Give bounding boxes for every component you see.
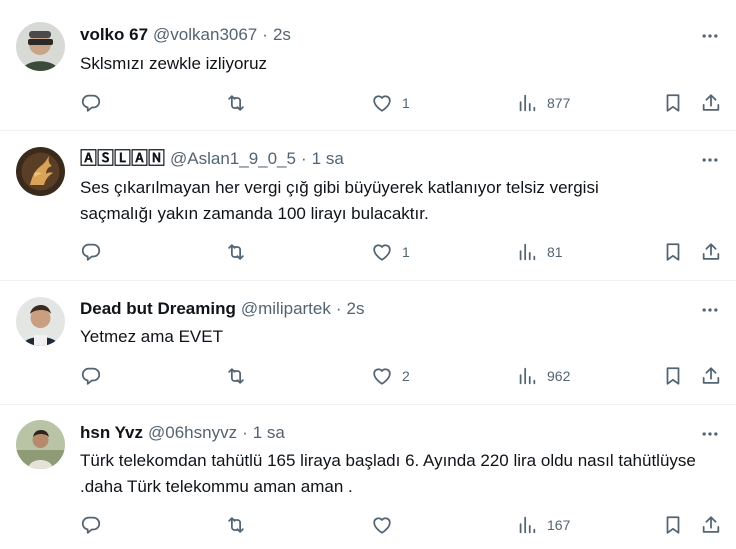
- heart-icon: [373, 244, 391, 261]
- share-icon: [702, 243, 720, 260]
- tweet[interactable]: Dead but Dreaming @milipartek · 2s Yetme…: [0, 281, 736, 405]
- retweet-icon: [228, 517, 244, 533]
- retweet-button[interactable]: [225, 365, 247, 387]
- avatar[interactable]: [16, 22, 65, 71]
- retweet-button[interactable]: [225, 92, 247, 114]
- tweet-text: Yetmez ama EVET: [80, 327, 223, 346]
- view-count: 81: [547, 244, 563, 260]
- tweet-header: 🄰🅂🄻🄰🄽 @Aslan1_9_0_5 · 1 sa: [80, 149, 676, 169]
- like-button[interactable]: 1: [371, 92, 410, 114]
- share-icon: [702, 94, 720, 111]
- like-count: 1: [402, 95, 410, 111]
- like-button[interactable]: 1: [371, 241, 410, 263]
- bookmark-icon: [666, 367, 680, 385]
- avatar[interactable]: [16, 420, 65, 469]
- share-button[interactable]: [700, 92, 722, 114]
- share-button[interactable]: [700, 365, 722, 387]
- bookmark-button[interactable]: [662, 514, 684, 536]
- views-icon: [519, 367, 536, 385]
- action-bar: 2 962: [0, 365, 736, 389]
- reply-icon: [81, 516, 101, 534]
- reply-button[interactable]: [80, 241, 102, 263]
- reply-icon: [81, 94, 101, 112]
- heart-icon: [373, 368, 391, 385]
- user-handle[interactable]: @06hsnyvz: [148, 423, 237, 443]
- retweet-icon: [228, 244, 244, 260]
- views-button[interactable]: 877: [516, 92, 570, 114]
- reply-button[interactable]: [80, 92, 102, 114]
- views-button[interactable]: 962: [516, 365, 570, 387]
- tweet-header: hsn Yvz @06hsnyvz · 1 sa: [80, 423, 676, 443]
- reply-icon: [81, 367, 101, 385]
- tweet[interactable]: volko 67 @volkan3067 · 2s Sklsmızı zewkl…: [0, 0, 736, 131]
- like-count: 1: [402, 244, 410, 260]
- like-count: 2: [402, 368, 410, 384]
- bookmark-icon: [666, 516, 680, 534]
- reply-button[interactable]: [80, 365, 102, 387]
- views-button[interactable]: 81: [516, 241, 563, 263]
- view-count: 877: [547, 95, 571, 111]
- share-button[interactable]: [700, 241, 722, 263]
- views-button[interactable]: 167: [516, 514, 570, 536]
- user-handle[interactable]: @volkan3067: [153, 25, 257, 45]
- timestamp[interactable]: 2s: [347, 299, 365, 319]
- like-button[interactable]: [371, 514, 402, 536]
- views-icon: [519, 516, 536, 534]
- bookmark-icon: [666, 243, 680, 261]
- action-bar: 1 81: [0, 241, 736, 265]
- bookmark-button[interactable]: [662, 92, 684, 114]
- bookmark-icon: [666, 94, 680, 112]
- display-name[interactable]: Dead but Dreaming: [80, 299, 236, 319]
- avatar[interactable]: [16, 297, 65, 346]
- share-icon: [702, 516, 720, 533]
- views-icon: [519, 94, 536, 112]
- retweet-icon: [228, 95, 244, 111]
- tweet-header: Dead but Dreaming @milipartek · 2s: [80, 299, 676, 319]
- display-name[interactable]: hsn Yvz: [80, 423, 143, 443]
- display-name[interactable]: volko 67: [80, 25, 148, 45]
- tweet-text: Sklsmızı zewkle izliyoruz: [80, 54, 268, 73]
- heart-icon: [373, 95, 391, 112]
- view-count: 962: [547, 368, 571, 384]
- retweet-button[interactable]: [225, 241, 247, 263]
- retweet-icon: [228, 368, 244, 384]
- view-count: 167: [547, 517, 571, 533]
- bookmark-button[interactable]: [662, 365, 684, 387]
- tweet-header: volko 67 @volkan3067 · 2s: [80, 25, 676, 45]
- avatar[interactable]: [16, 147, 65, 196]
- separator-dot: ·: [300, 149, 307, 168]
- views-icon: [519, 243, 536, 261]
- separator-dot: ·: [242, 423, 248, 442]
- reply-icon: [81, 243, 101, 261]
- user-handle[interactable]: @milipartek: [241, 299, 331, 319]
- action-bar: 1 877: [0, 92, 736, 116]
- display-name[interactable]: 🄰🅂🄻🄰🄽: [80, 149, 165, 169]
- share-button[interactable]: [700, 514, 722, 536]
- more-icon[interactable]: [698, 150, 722, 170]
- heart-icon: [373, 517, 391, 534]
- more-icon[interactable]: [698, 300, 722, 320]
- retweet-button[interactable]: [225, 514, 247, 536]
- like-button[interactable]: 2: [371, 365, 410, 387]
- tweet[interactable]: hsn Yvz @06hsnyvz · 1 sa Türk telekomdan…: [0, 405, 736, 549]
- tweet-text: Ses çıkarılmayan her vergi çığ gibi büyü…: [80, 178, 599, 223]
- timestamp[interactable]: 1 sa: [312, 149, 344, 169]
- share-icon: [702, 367, 720, 384]
- separator-dot: ·: [335, 299, 342, 318]
- tweet[interactable]: 🄰🅂🄻🄰🄽 @Aslan1_9_0_5 · 1 sa Ses çıkarılma…: [0, 131, 736, 281]
- action-bar: 167: [0, 514, 736, 538]
- timestamp[interactable]: 2s: [273, 25, 291, 45]
- separator-dot: ·: [262, 25, 268, 44]
- reply-button[interactable]: [80, 514, 102, 536]
- more-icon[interactable]: [698, 424, 722, 444]
- user-handle[interactable]: @Aslan1_9_0_5: [170, 149, 296, 169]
- timestamp[interactable]: 1 sa: [253, 423, 285, 443]
- tweet-text: Türk telekomdan tahütlü 165 liraya başla…: [80, 451, 696, 496]
- more-icon[interactable]: [698, 26, 722, 46]
- reply-feed: volko 67 @volkan3067 · 2s Sklsmızı zewkl…: [0, 0, 736, 549]
- bookmark-button[interactable]: [662, 241, 684, 263]
